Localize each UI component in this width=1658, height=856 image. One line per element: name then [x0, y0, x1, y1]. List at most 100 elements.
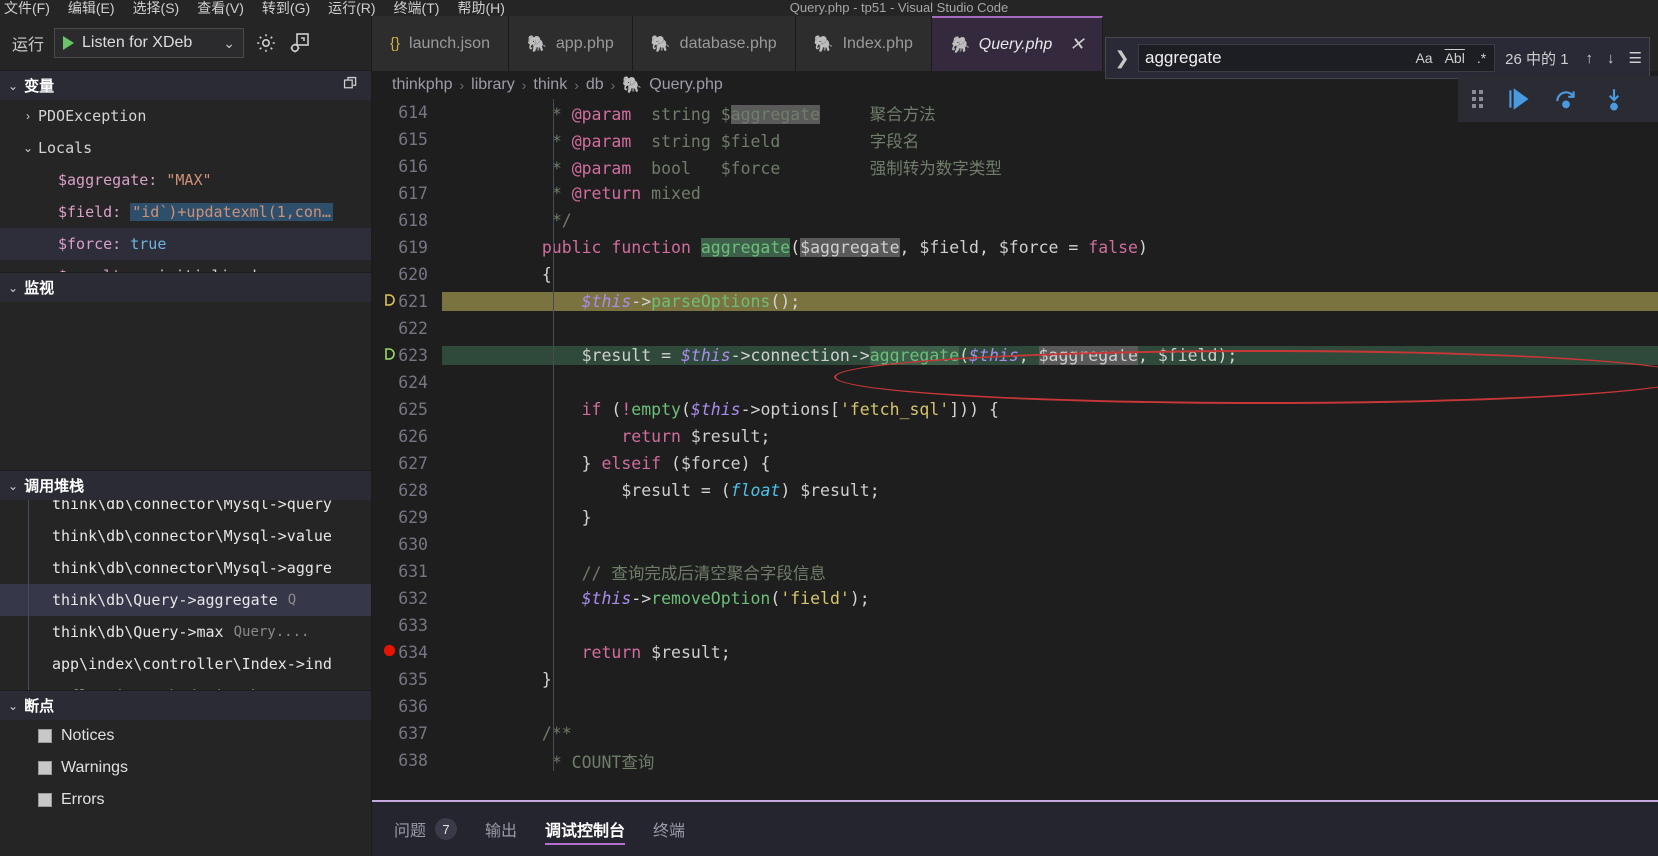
breakpoint-item-warnings[interactable]: Warnings — [0, 752, 371, 784]
code-line-text[interactable]: $this->parseOptions(); — [442, 292, 1658, 311]
code-line-text[interactable]: } — [442, 670, 552, 689]
variable-row[interactable]: $result: uninitialized — [0, 260, 371, 272]
breadcrumb-item-library[interactable]: library — [471, 76, 515, 94]
breakpoint-item-notices[interactable]: Notices — [0, 720, 371, 752]
breakpoint-icon[interactable] — [378, 643, 400, 662]
callstack-row[interactable]: think\db\Query->max Query.... — [0, 616, 371, 648]
checkbox-icon[interactable] — [38, 761, 52, 775]
step-into-icon[interactable] — [1601, 86, 1627, 112]
code-line[interactable]: 633 — [372, 612, 1658, 639]
find-next-icon[interactable]: ↓ — [1600, 50, 1622, 67]
callstack-row[interactable]: think\db\connector\Mysql->query — [0, 500, 371, 520]
regex-icon[interactable]: .* — [1475, 50, 1488, 66]
code-line-text[interactable]: $this->removeOption('field'); — [442, 589, 870, 608]
code-line-text[interactable]: $result = $this->connection->aggregate($… — [442, 346, 1658, 365]
code-line[interactable]: 616 * @param bool $force 强制转为数字类型 — [372, 153, 1658, 180]
code-line[interactable]: 618 */ — [372, 207, 1658, 234]
section-header-variables[interactable]: ⌄ 变量 — [0, 70, 371, 100]
code-line-text[interactable] — [442, 616, 532, 635]
callstack-list[interactable]: think\db\connector\Mysql->query think\db… — [0, 500, 371, 690]
continue-icon[interactable] — [1505, 86, 1531, 112]
code-line[interactable]: 615 * @param string $field 字段名 — [372, 126, 1658, 153]
code-line[interactable]: 634 return $result; — [372, 639, 1658, 666]
debug-stackframe-focused-icon[interactable] — [378, 346, 400, 366]
callstack-row[interactable]: think\db\connector\Mysql->aggre — [0, 552, 371, 584]
section-header-watch[interactable]: ⌄ 监视 — [0, 272, 371, 302]
code-line-text[interactable]: return $result; — [442, 643, 731, 662]
code-line-text[interactable]: $result = (float) $result; — [442, 481, 879, 500]
chevron-down-icon[interactable]: ⌄ — [8, 79, 18, 93]
checkbox-icon[interactable] — [38, 793, 52, 807]
code-line-text[interactable]: public function aggregate($aggregate, $f… — [442, 238, 1148, 257]
code-line-text[interactable]: } — [442, 508, 592, 527]
panel-tab-problems[interactable]: 问题 7 — [394, 801, 458, 856]
tab-query-php[interactable]: 🐘 Query.php ✕ — [931, 16, 1104, 71]
variable-row[interactable]: › PDOException — [0, 100, 371, 132]
code-line-text[interactable]: } elseif ($force) { — [442, 454, 771, 473]
callstack-row[interactable]: think\db\connector\Mysql->value — [0, 520, 371, 552]
panel-tab-bar[interactable]: 问题 7 输出 调试控制台 终端 — [372, 801, 1658, 856]
panel-tab-debug-console[interactable]: 调试控制台 — [545, 801, 626, 856]
checkbox-icon[interactable] — [38, 729, 52, 743]
code-line-text[interactable] — [442, 535, 532, 554]
chevron-down-icon[interactable]: ⌄ — [8, 479, 18, 493]
variable-row[interactable]: $field: "id`)+updatexml(1,con… — [0, 196, 371, 228]
collapse-all-icon[interactable] — [342, 75, 359, 96]
code-line[interactable]: 630 — [372, 531, 1658, 558]
code-line-text[interactable] — [442, 319, 532, 338]
variables-tree[interactable]: › PDOException ⌄ Locals $aggregate: "MAX… — [0, 100, 371, 272]
code-line[interactable]: 620 { — [372, 261, 1658, 288]
code-line-text[interactable]: // 查询完成后清空聚合字段信息 — [442, 560, 826, 584]
chevron-right-icon[interactable]: › — [18, 109, 38, 123]
breakpoints-list[interactable]: Notices Warnings Errors — [0, 720, 371, 816]
find-previous-icon[interactable]: ↑ — [1579, 50, 1601, 67]
chevron-down-icon[interactable]: ⌄ — [223, 35, 235, 52]
code-line[interactable]: 637 /** — [372, 720, 1658, 747]
code-line-text[interactable]: * @param string $aggregate 聚合方法 — [442, 101, 936, 125]
code-line[interactable]: 631 // 查询完成后清空聚合字段信息 — [372, 558, 1658, 585]
section-header-breakpoints[interactable]: ⌄ 断点 — [0, 690, 371, 720]
section-header-callstack[interactable]: ⌄ 调用堆栈 — [0, 470, 371, 500]
code-line-text[interactable]: if (!empty($this->options['fetch_sql']))… — [442, 400, 999, 419]
code-line[interactable]: 632 $this->removeOption('field'); — [372, 585, 1658, 612]
find-in-selection-icon[interactable]: ☰ — [1622, 49, 1649, 67]
close-icon[interactable]: ✕ — [1069, 34, 1084, 55]
variable-row[interactable]: $force: true — [0, 228, 371, 260]
code-line[interactable]: 625 if (!empty($this->options['fetch_sql… — [372, 396, 1658, 423]
chevron-down-icon[interactable]: ⌄ — [18, 141, 38, 155]
tab-launch-json[interactable]: {} launch.json — [372, 16, 509, 71]
code-editor[interactable]: 614 * @param string $aggregate 聚合方法 615 *… — [372, 99, 1658, 771]
start-debugging-icon[interactable] — [63, 36, 75, 50]
tab-app-php[interactable]: 🐘 app.php — [508, 16, 633, 71]
code-line-text[interactable]: * @param string $field 字段名 — [442, 128, 919, 152]
code-line-text[interactable] — [442, 697, 532, 716]
callstack-row[interactable]: ReflectionMethod->invokeArgs — [0, 680, 371, 690]
code-line[interactable]: 622 — [372, 315, 1658, 342]
code-line[interactable]: 619 public function aggregate($aggregate… — [372, 234, 1658, 261]
code-line[interactable]: 621 $this->parseOptions(); — [372, 288, 1658, 315]
code-line[interactable]: 626 return $result; — [372, 423, 1658, 450]
tab-index-php[interactable]: 🐘 Index.php — [795, 16, 932, 71]
panel-tab-terminal[interactable]: 终端 — [653, 801, 685, 856]
breakpoint-item-errors[interactable]: Errors — [0, 784, 371, 816]
code-line-text[interactable]: * COUNT查询 — [442, 749, 655, 772]
code-line[interactable]: 629 } — [372, 504, 1658, 531]
chevron-down-icon[interactable]: ⌄ — [8, 281, 18, 295]
panel-tab-output[interactable]: 输出 — [485, 801, 517, 856]
code-line[interactable]: 627 } elseif ($force) { — [372, 450, 1658, 477]
callstack-row-selected[interactable]: think\db\Query->aggregate Q — [0, 584, 371, 616]
code-line[interactable]: 623 $result = $this->connection->aggrega… — [372, 342, 1658, 369]
breadcrumb-item-thinkphp[interactable]: thinkphp — [392, 76, 453, 94]
step-over-icon[interactable] — [1553, 86, 1579, 112]
code-line-text[interactable] — [442, 373, 532, 392]
chevron-down-icon[interactable]: ⌄ — [8, 699, 18, 713]
code-line[interactable]: 636 — [372, 693, 1658, 720]
code-line[interactable]: 635 } — [372, 666, 1658, 693]
code-line-text[interactable]: return $result; — [442, 427, 770, 446]
code-line-text[interactable]: { — [442, 265, 552, 284]
drag-handle-icon[interactable] — [1472, 90, 1483, 108]
code-line[interactable]: 628 $result = (float) $result; — [372, 477, 1658, 504]
code-line[interactable]: 624 — [372, 369, 1658, 396]
breadcrumb-item-db[interactable]: db — [586, 76, 604, 94]
breadcrumb-item-think[interactable]: think — [533, 76, 567, 94]
